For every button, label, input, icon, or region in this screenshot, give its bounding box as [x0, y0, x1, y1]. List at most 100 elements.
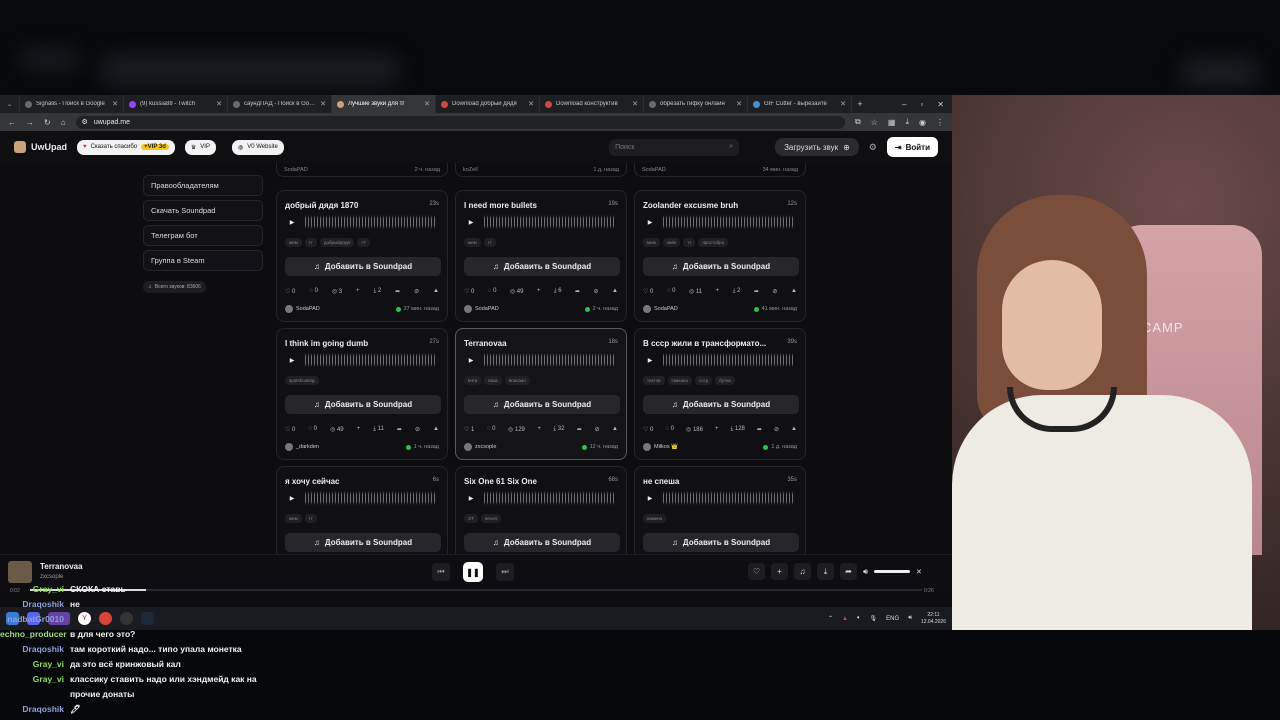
play-button[interactable]: ▶ — [285, 215, 299, 229]
volume-slider[interactable] — [874, 570, 911, 573]
report-icon[interactable]: ▲ — [791, 288, 797, 295]
sidebar-item-rightholders[interactable]: Правообладателям — [143, 175, 263, 196]
mic-icon[interactable]: 🎙︎ — [870, 615, 878, 622]
add-to-soundpad-button[interactable]: ♫ Добавить в Soundpad — [464, 533, 620, 552]
waveform[interactable] — [305, 353, 437, 367]
profile-icon[interactable]: ◉ — [919, 118, 926, 127]
tab-6[interactable]: обрезать гифку онлайн ✕ — [644, 95, 748, 113]
share-button[interactable]: ➦ — [840, 563, 857, 580]
play-button[interactable]: ▶ — [285, 353, 299, 367]
tag[interactable]: мем — [464, 238, 481, 247]
v0-website-button[interactable]: ◍ V0 Website — [231, 139, 284, 155]
add-to-soundpad-button[interactable]: ♫ Добавить в Soundpad — [643, 257, 799, 276]
play-button[interactable]: ▶ — [643, 215, 657, 229]
report-icon[interactable]: ▲ — [433, 288, 439, 295]
sound-title[interactable]: добрый дядя 1870 — [285, 201, 358, 210]
waveform[interactable] — [663, 215, 795, 229]
tab-1[interactable]: (9) kussia88 - Twitch ✕ — [124, 95, 228, 113]
close-icon[interactable]: ✕ — [736, 100, 742, 108]
sound-title[interactable]: Zoolander excusme bruh — [643, 201, 738, 210]
download-button[interactable]: ⤓ — [817, 563, 834, 580]
share-icon[interactable]: ➦ — [754, 288, 759, 295]
volume-icon[interactable]: 🔊︎ — [863, 567, 868, 577]
author[interactable]: _darkden — [285, 443, 319, 451]
downloads-count[interactable]: ⤓ 32 — [553, 426, 564, 433]
upload-sound-button[interactable]: Загрузить звук ⊕ — [775, 138, 859, 156]
author[interactable]: SodaPAD — [464, 305, 499, 313]
downloads-count[interactable]: ⤓ 6 — [554, 288, 562, 295]
add-to-soundpad-button[interactable]: ♫ Добавить в Soundpad — [464, 395, 620, 414]
previous-button[interactable]: ⏮ — [432, 563, 450, 581]
language-indicator[interactable]: ENG — [886, 616, 899, 622]
site-logo[interactable]: UwUpad — [14, 141, 67, 153]
waveform[interactable] — [663, 353, 795, 367]
play-button[interactable]: ▶ — [464, 353, 478, 367]
tag[interactable]: тт — [304, 238, 317, 247]
author[interactable]: Milkos 👑 — [643, 443, 678, 451]
block-icon[interactable]: ⊘ — [594, 288, 599, 295]
close-icon[interactable]: ✕ — [632, 100, 638, 108]
downloads-count[interactable]: ⤓ 2 — [373, 288, 381, 295]
close-icon[interactable]: ✕ — [840, 100, 846, 108]
like-button[interactable]: ♡ 0 — [285, 426, 295, 433]
close-icon[interactable]: ✕ — [216, 100, 222, 108]
comment-button[interactable]: ◌ 0 — [665, 426, 674, 433]
add-to-soundpad-button[interactable]: ♫ Добавить в Soundpad — [285, 257, 441, 276]
install-icon[interactable]: ⧉ — [855, 117, 861, 127]
pause-button[interactable]: ❚❚ — [463, 562, 483, 582]
sound-title[interactable]: я хочу сейчас — [285, 477, 340, 486]
soundpad-button[interactable]: ♫ — [794, 563, 811, 580]
vip-button[interactable]: ♛ VIP — [184, 139, 216, 155]
block-icon[interactable]: ⊘ — [594, 426, 599, 433]
close-icon[interactable]: ✕ — [424, 100, 430, 108]
sidebar-item-download-soundpad[interactable]: Скачать Soundpad — [143, 200, 263, 221]
author[interactable]: zxcsople — [464, 443, 496, 451]
waveform[interactable] — [484, 353, 616, 367]
tag[interactable]: мем — [285, 238, 302, 247]
chevron-up-icon[interactable]: ⌃ — [828, 615, 833, 622]
play-button[interactable]: ▶ — [464, 215, 478, 229]
tag[interactable]: тиктов — [643, 376, 665, 385]
share-icon[interactable]: ➦ — [577, 426, 582, 433]
tag[interactable]: хайп — [662, 238, 681, 247]
waveform[interactable] — [484, 215, 616, 229]
block-icon[interactable]: ⊘ — [774, 426, 779, 433]
add-to-soundpad-button[interactable]: ♫ Добавить в Soundpad — [285, 395, 441, 414]
tag[interactable]: бутка — [715, 376, 735, 385]
minimize-icon[interactable]: – — [902, 100, 906, 109]
like-button[interactable]: ♡ — [748, 563, 765, 580]
url-input[interactable]: ⚙ uwupad.me — [75, 115, 846, 129]
close-icon[interactable]: ✕ — [112, 100, 118, 108]
sound-card[interactable]: I need more bullets 19s ▶ мем тт ♫ Добавить в … — [455, 190, 627, 322]
sound-title[interactable]: I think im going dumb — [285, 339, 368, 348]
extensions-icon[interactable]: ▦ — [888, 118, 896, 127]
tag[interactable]: песня — [480, 514, 501, 523]
comment-button[interactable]: ◌ 0 — [667, 288, 676, 295]
search-input[interactable]: Поиск ⌕ — [609, 138, 740, 156]
downloads-count[interactable]: ⤓ 128 — [731, 426, 745, 433]
tag[interactable]: +7 — [356, 238, 371, 247]
comment-button[interactable]: ◌ 0 — [488, 288, 497, 295]
tag[interactable]: мем — [285, 514, 302, 523]
like-button[interactable]: ♡ 0 — [464, 288, 474, 295]
like-button[interactable]: ♡ 0 — [643, 288, 653, 295]
add-icon[interactable]: + — [716, 288, 720, 295]
like-button[interactable]: ♡ 0 — [643, 426, 653, 433]
waveform[interactable] — [663, 491, 795, 505]
waveform[interactable] — [305, 215, 437, 229]
tag[interactable]: ваза — [484, 376, 502, 385]
like-button[interactable]: ♡ 1 — [464, 426, 474, 433]
block-icon[interactable]: ⊘ — [415, 426, 420, 433]
speaker-icon[interactable]: 🔈︎ — [857, 615, 861, 622]
comment-button[interactable]: ◌ 0 — [308, 426, 317, 433]
sound-card[interactable]: добрый дядя 1870 23s ▶ мем тт добрыйдядя +7 ♫ До… — [276, 190, 448, 322]
sound-card[interactable]: не спеша 35s ▶ каменн ♫ Добавить в Soundpad — [634, 466, 806, 555]
bookmark-star-icon[interactable]: ☆ — [871, 118, 878, 127]
tag[interactable]: смешно — [667, 376, 692, 385]
tab-7[interactable]: GIF Cutter - вырезайте ✕ — [748, 95, 852, 113]
tag[interactable]: тт — [683, 238, 696, 247]
reload-icon[interactable]: ↻ — [44, 118, 51, 127]
tag[interactable]: простобро — [698, 238, 729, 247]
tab-list-button[interactable]: ⌄ — [0, 95, 20, 113]
sound-title[interactable]: Six One 61 Six One — [464, 477, 537, 486]
